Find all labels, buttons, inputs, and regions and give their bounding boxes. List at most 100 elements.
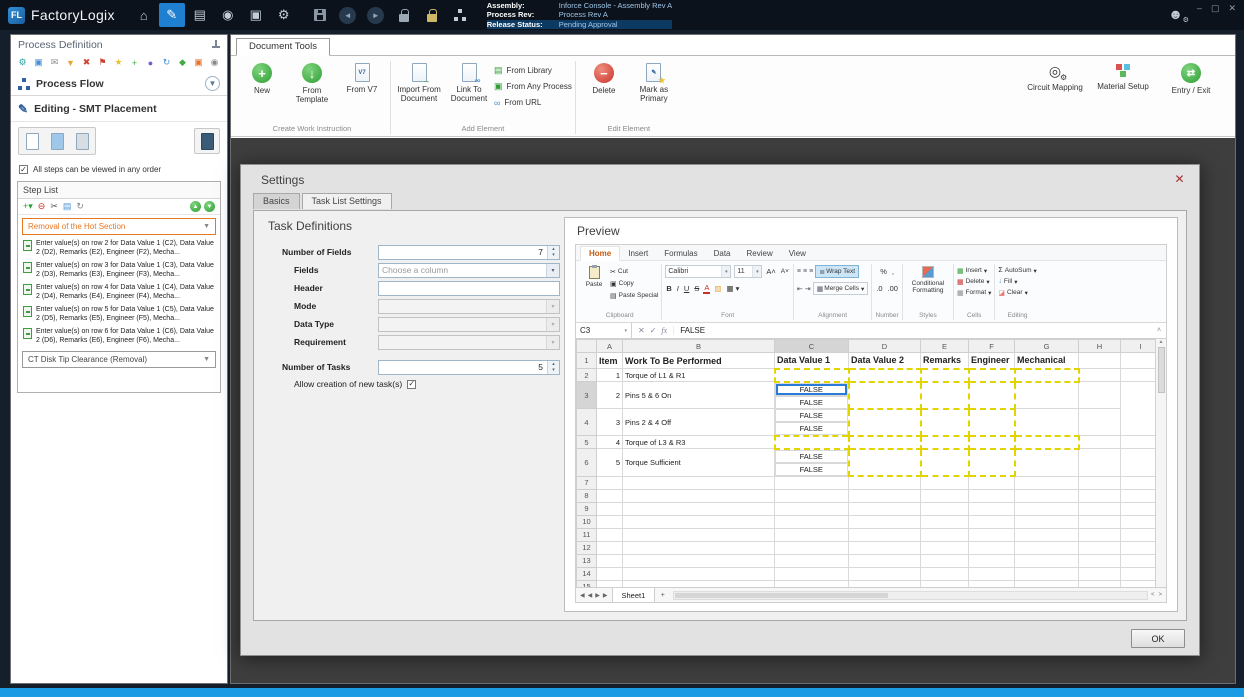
cell-I6[interactable] <box>1078 448 1121 477</box>
cell-B11[interactable] <box>622 527 775 542</box>
column-header-B[interactable]: B <box>622 339 775 353</box>
cell-E9[interactable] <box>920 501 969 516</box>
font-color-button[interactable]: A <box>703 283 711 294</box>
cell-G2[interactable] <box>1013 367 1080 383</box>
cell-F14[interactable] <box>968 566 1015 581</box>
indent-increase-icon[interactable]: ⇥ <box>805 285 811 293</box>
cell-B3[interactable]: Pins 5 & 6 On <box>622 381 775 409</box>
cell-B14[interactable] <box>622 566 775 581</box>
cell-F8[interactable] <box>968 488 1015 503</box>
shrink-font-button[interactable]: A˅ <box>780 268 790 275</box>
mark-as-primary-button[interactable]: ✎ ★ Mark as Primary <box>629 59 679 103</box>
cell-D9[interactable] <box>848 501 921 516</box>
cell-I2[interactable] <box>1120 368 1155 382</box>
order-checkbox[interactable]: ✓ <box>19 165 28 174</box>
cell-F9[interactable] <box>968 501 1015 516</box>
cell-C8[interactable] <box>774 488 849 503</box>
cell-A4[interactable]: 3 <box>596 408 623 436</box>
cell-F13[interactable] <box>968 553 1015 568</box>
cell-H10[interactable] <box>1078 514 1121 529</box>
cell-A9[interactable] <box>596 501 623 516</box>
cell-G9[interactable] <box>1014 501 1079 516</box>
restore-icon[interactable]: ▢ <box>1211 3 1220 14</box>
cell-H7[interactable] <box>1078 475 1121 490</box>
insert-function-icon[interactable]: fx <box>661 326 667 335</box>
cancel-entry-icon[interactable]: ✕ <box>638 326 645 335</box>
row-header-14[interactable]: 14 <box>576 566 597 581</box>
cell-A2[interactable]: 1 <box>596 368 623 382</box>
increase-decimal-button[interactable]: .0 <box>875 284 883 293</box>
cell-E14[interactable] <box>920 566 969 581</box>
cell-C4[interactable]: FALSE <box>775 408 848 422</box>
cell-H5[interactable] <box>1078 435 1121 449</box>
format-cells-button[interactable]: ▦ Format ▾ <box>957 287 991 298</box>
row-header-12[interactable]: 12 <box>576 540 597 555</box>
copy-button[interactable]: ▣ Copy <box>610 278 658 289</box>
row-header-6[interactable]: 6 <box>576 448 597 477</box>
cell-G6[interactable] <box>967 447 1016 477</box>
delete-icon[interactable]: ✖ <box>80 56 93 69</box>
cell-E1[interactable]: Remarks <box>920 352 969 369</box>
mail-icon[interactable]: ✉ <box>48 56 61 69</box>
row-header-11[interactable]: 11 <box>576 527 597 542</box>
clipboard-icon[interactable]: ▤ <box>63 201 72 212</box>
cell-A14[interactable] <box>596 566 623 581</box>
cell-I13[interactable] <box>1120 553 1155 568</box>
record-icon[interactable]: ◉ <box>208 56 221 69</box>
cell-A8[interactable] <box>596 488 623 503</box>
fill-color-button[interactable]: ▨ <box>713 284 722 293</box>
font-size-combo[interactable]: 11 ▾ <box>734 265 763 278</box>
cell-E2[interactable] <box>919 367 970 383</box>
expand-formula-bar-icon[interactable]: ˄ <box>1152 327 1166 334</box>
cell-H2[interactable] <box>1078 368 1121 382</box>
formula-input[interactable]: FALSE <box>674 326 1152 335</box>
column-header-F[interactable]: F <box>968 339 1015 353</box>
process-flow-header[interactable]: Process Flow ▼ <box>11 72 227 96</box>
cell-B12[interactable] <box>622 540 775 555</box>
cell-I15[interactable] <box>1120 579 1155 587</box>
cell-I9[interactable] <box>1120 501 1155 516</box>
refresh-icon[interactable]: ↻ <box>160 56 173 69</box>
column-header-C[interactable]: C <box>774 339 849 353</box>
delete-cells-button[interactable]: ▦ Delete ▾ <box>957 276 990 287</box>
align-right-icon[interactable]: ≡ <box>809 268 813 275</box>
step-list-item[interactable]: Enter value(s) on row 3 for Data Value 1… <box>21 261 217 280</box>
cell-D14[interactable] <box>848 566 921 581</box>
cell-A12[interactable] <box>596 540 623 555</box>
diamond-icon[interactable]: ◆ <box>176 56 189 69</box>
paste-button[interactable]: Paste <box>581 263 607 288</box>
dialog-close-icon[interactable]: ✕ <box>1172 171 1187 186</box>
confirm-entry-icon[interactable]: ✓ <box>650 326 657 335</box>
cell-C2[interactable] <box>773 367 850 383</box>
cell-C14[interactable] <box>774 566 849 581</box>
cell-H14[interactable] <box>1078 566 1121 581</box>
column-header-I[interactable]: I <box>1120 339 1155 353</box>
conditional-formatting-icon[interactable] <box>921 266 934 278</box>
row-header-15[interactable]: 15 <box>576 579 597 587</box>
excel-tab-insert[interactable]: Insert <box>620 247 656 260</box>
cell-G12[interactable] <box>1014 540 1079 555</box>
cell-E8[interactable] <box>920 488 969 503</box>
dropdown-arrow-icon[interactable]: ▾ <box>546 263 559 277</box>
fill-button[interactable]: ↓ Fill ▾ <box>998 276 1017 287</box>
number-of-fields-spinner[interactable]: 7 ▴ ▾ <box>378 244 560 260</box>
autosum-button[interactable]: Σ AutoSum ▾ <box>998 265 1036 276</box>
cell-C12[interactable] <box>774 540 849 555</box>
remove-step-icon[interactable]: ⊖ <box>38 201 46 212</box>
expand-flow-icon[interactable]: ▼ <box>205 76 220 91</box>
chevron-down-icon[interactable]: ▼ <box>203 223 210 230</box>
cell-F6[interactable] <box>919 447 970 477</box>
excel-tab-review[interactable]: Review <box>739 247 781 260</box>
step-list-item[interactable]: Enter value(s) on row 6 for Data Value 1… <box>21 327 217 346</box>
excel-tab-home[interactable]: Home <box>580 246 621 261</box>
clear-button[interactable]: ◪ Clear ▾ <box>998 287 1027 298</box>
cell-H3[interactable] <box>1014 381 1079 409</box>
horizontal-scroll-thumb[interactable] <box>675 592 888 598</box>
minimize-icon[interactable]: – <box>1197 3 1202 14</box>
cell-F5[interactable] <box>967 434 1016 450</box>
cell-D1[interactable]: Data Value 2 <box>848 352 921 369</box>
cell-C13[interactable] <box>774 553 849 568</box>
cell-G1[interactable]: Mechanical <box>1014 352 1079 369</box>
align-center-icon[interactable]: ≡ <box>803 268 807 275</box>
dropdown-arrow-icon[interactable]: ▾ <box>546 317 559 331</box>
